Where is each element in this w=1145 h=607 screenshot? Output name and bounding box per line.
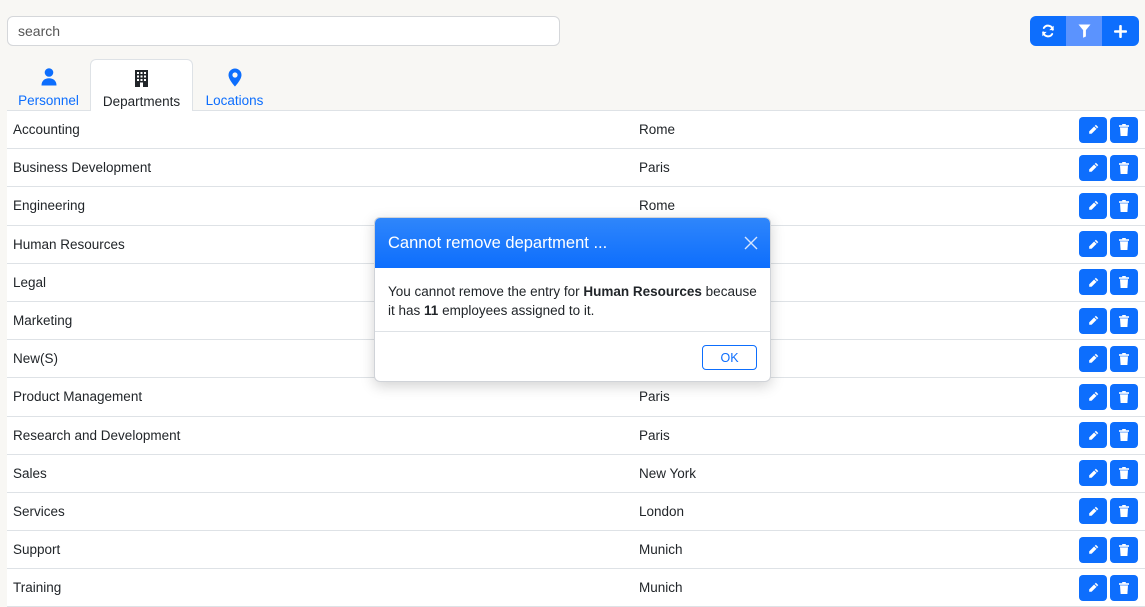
modal-department-name: Human Resources <box>583 284 702 299</box>
modal-text-pre: You cannot remove the entry for <box>388 284 584 299</box>
remove-department-modal: Cannot remove department ... You cannot … <box>374 217 771 382</box>
modal-employee-count: 11 <box>424 303 439 318</box>
modal-overlay: Cannot remove department ... You cannot … <box>0 0 1145 600</box>
modal-header: Cannot remove department ... <box>375 218 770 268</box>
close-icon[interactable] <box>743 235 759 251</box>
modal-title: Cannot remove department ... <box>388 233 608 252</box>
modal-footer: OK <box>375 332 770 381</box>
ok-button[interactable]: OK <box>702 345 757 370</box>
modal-body: You cannot remove the entry for Human Re… <box>375 268 770 332</box>
modal-text-post: employees assigned to it. <box>438 303 595 318</box>
